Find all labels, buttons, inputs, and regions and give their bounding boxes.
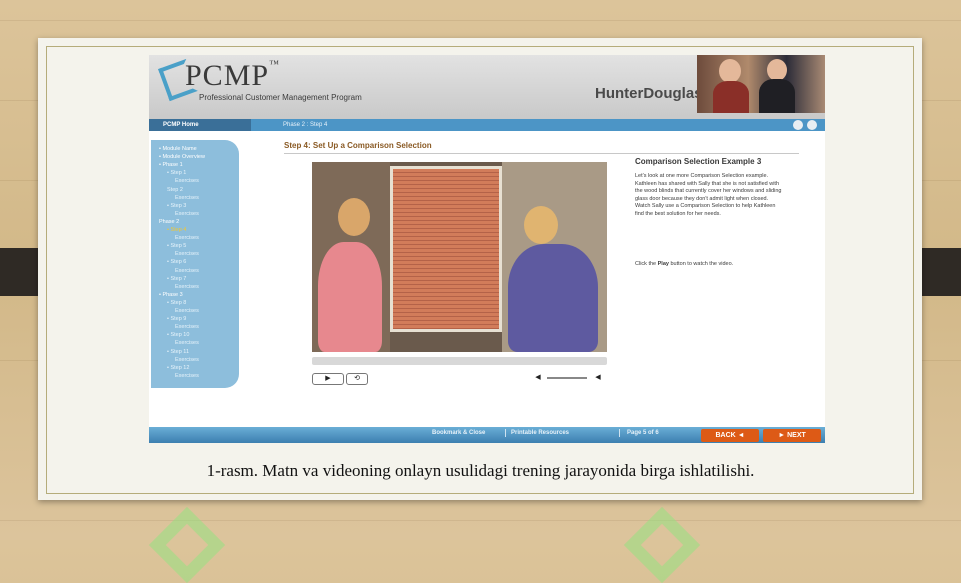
photo-person-1 xyxy=(719,59,741,83)
video-woman-1-head xyxy=(338,198,370,236)
sidebar-item[interactable]: • Step 8 xyxy=(167,300,186,306)
sidebar-item[interactable]: Exercises xyxy=(175,251,199,257)
sidebar-item[interactable]: Exercises xyxy=(175,308,199,314)
app-header: PCMP™ Professional Customer Management P… xyxy=(149,55,825,119)
logo-subtitle: Professional Customer Management Program xyxy=(199,93,362,102)
video-woman-2-head xyxy=(524,206,558,244)
step-title: Step 4: Set Up a Comparison Selection xyxy=(284,141,432,150)
hunter-douglas-brand: HunterDouglas xyxy=(595,85,703,102)
video-window-blind xyxy=(390,166,502,332)
photo-person-2 xyxy=(767,59,787,81)
photo-person-2-body xyxy=(759,79,795,113)
volume-high-icon: ◀ xyxy=(595,374,601,381)
sidebar-menu: • Module Name • Module Overview • Phase 1 •… xyxy=(151,140,239,388)
sidebar-item[interactable]: • Step 1 xyxy=(167,170,186,176)
sidebar-item[interactable]: Step 2 xyxy=(167,187,183,193)
sidebar-item[interactable]: • Step 10 xyxy=(167,332,189,338)
logo-trademark: ™ xyxy=(269,59,280,70)
phase-step-breadcrumb: Phase 2 : Step 4 xyxy=(283,122,328,128)
watermark-diamond-icon xyxy=(148,506,226,583)
footer-bar: Bookmark & Close Printable Resources Pag… xyxy=(149,427,825,443)
sidebar-item[interactable]: • Step 7 xyxy=(167,276,186,282)
sidebar-item[interactable]: • Step 6 xyxy=(167,259,186,265)
sidebar-item[interactable]: Exercises xyxy=(175,324,199,330)
video-woman-1 xyxy=(318,242,382,352)
sidebar-item[interactable]: Exercises xyxy=(175,178,199,184)
logo-title: PCMP™ xyxy=(185,59,280,92)
watermark-diamond-icon xyxy=(623,506,701,583)
sidebar-item[interactable]: Exercises xyxy=(175,284,199,290)
back-button[interactable]: BACK ◄ xyxy=(701,429,759,442)
sidebar-item[interactable]: • Step 11 xyxy=(167,349,189,355)
sidebar-item[interactable]: Exercises xyxy=(175,211,199,217)
sidebar-item[interactable]: • Step 12 xyxy=(167,365,189,371)
bookmark-close-link[interactable]: Bookmark & Close xyxy=(432,427,485,439)
printable-resources-link[interactable]: Printable Resources xyxy=(511,427,569,439)
sidebar-item[interactable]: • Phase 3 xyxy=(159,292,183,298)
sidebar-item[interactable]: • Step 3 xyxy=(167,203,186,209)
sidebar-item[interactable]: • Phase 1 xyxy=(159,162,183,168)
volume-low-icon: ◀ xyxy=(535,374,541,381)
nav-up-icon[interactable] xyxy=(793,120,803,130)
play-button[interactable]: ▶ xyxy=(312,373,344,385)
sidebar-item[interactable]: Exercises xyxy=(175,195,199,201)
sidebar-item[interactable]: • Step 9 xyxy=(167,316,186,322)
nav-help-icon[interactable] xyxy=(807,120,817,130)
video-player[interactable] xyxy=(312,162,607,352)
footer-separator xyxy=(505,429,506,437)
photo-person-1-body xyxy=(713,81,749,113)
sidebar-item[interactable]: • Module Overview xyxy=(159,154,205,160)
wood-grain xyxy=(0,20,961,21)
sidebar-item[interactable]: • Step 5 xyxy=(167,243,186,249)
title-divider xyxy=(284,153,799,154)
figure-caption: 1-rasm. Matn va videoning onlayn usulida… xyxy=(206,461,755,480)
pcmp-app-screenshot: PCMP™ Professional Customer Management P… xyxy=(149,55,825,443)
wood-grain xyxy=(0,520,961,521)
video-woman-2 xyxy=(508,244,598,352)
sidebar-item[interactable]: Phase 2 xyxy=(159,219,179,225)
volume-slider[interactable] xyxy=(547,377,587,379)
sidebar-item[interactable]: Exercises xyxy=(175,268,199,274)
rewind-button[interactable]: ⟲ xyxy=(346,373,368,385)
footer-separator xyxy=(619,429,620,437)
example-instruction: Click the Play button to watch the video… xyxy=(635,261,734,267)
sidebar-item[interactable]: • Step 4 xyxy=(167,227,186,233)
example-text: Let's look at one more Comparison Select… xyxy=(635,173,782,217)
sidebar-item[interactable]: Exercises xyxy=(175,340,199,346)
sidebar-item[interactable]: Exercises xyxy=(175,235,199,241)
top-nav-bar: PCMP Home Phase 2 : Step 4 xyxy=(149,119,825,131)
pcmp-home-link[interactable]: PCMP Home xyxy=(149,119,251,131)
sidebar-item[interactable]: Exercises xyxy=(175,373,199,379)
video-progress-bar[interactable] xyxy=(312,357,607,365)
example-title: Comparison Selection Example 3 xyxy=(635,157,762,166)
sidebar-item[interactable]: • Module Name xyxy=(159,146,197,152)
sidebar-item[interactable]: Exercises xyxy=(175,357,199,363)
header-photo xyxy=(697,55,825,113)
next-button[interactable]: ► NEXT xyxy=(763,429,821,442)
page-indicator: Page 5 of 6 xyxy=(627,430,659,436)
